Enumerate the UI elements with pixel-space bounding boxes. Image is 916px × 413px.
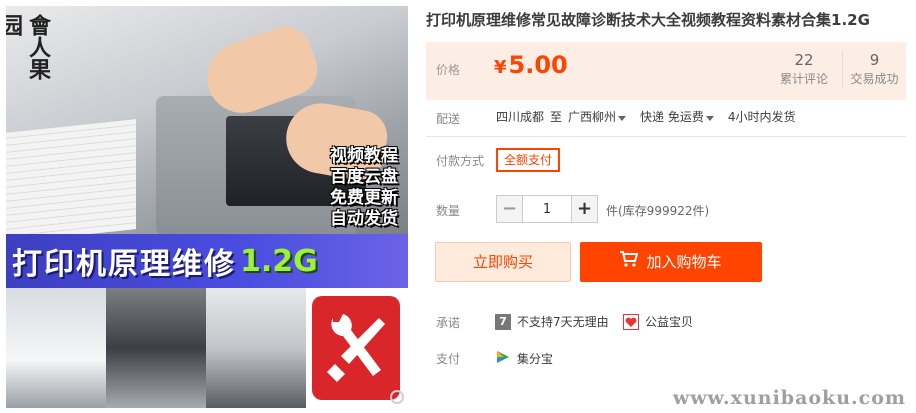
payment-method-label: 付款方式 [436,154,485,168]
promo-line: 百度云盘 [330,167,398,187]
promo-line: 免费更新 [330,188,398,208]
price-value: ¥5.00 [494,51,568,79]
currency-symbol: ¥ [494,57,507,78]
promise-item[interactable]: 7 不支持7天无理由 [495,313,609,330]
add-to-cart-button[interactable]: 加入购物车 [580,242,762,282]
promo-line: 视频教程 [330,146,398,166]
price-label: 价格 [436,63,461,77]
shipping-method-select[interactable]: 快递 免运费 [640,108,722,125]
pay-service-text: 集分宝 [517,352,554,366]
sales-stat: 9 交易成功 [842,50,906,88]
product-image[interactable]: 會人果园 视频教程 百度云盘 免费更新 自动发货 打印机原理维修 1.2G [6,6,408,408]
buy-now-button[interactable]: 立即购买 [435,242,571,282]
cart-icon [620,242,639,282]
wrench-screwdriver-icon [312,296,400,400]
shipping-from: 四川成都 [496,110,545,124]
sales-count: 9 [869,51,880,69]
charity-heart-icon [623,313,639,330]
shop-logo: 會人果园 [6,14,51,80]
image-banner: 打印机原理维修 1.2G [6,234,408,288]
increase-button[interactable]: + [571,196,597,222]
copier-photo [6,288,106,408]
reviews-count: 22 [794,51,814,69]
chevron-down-icon [618,116,627,121]
promise-text: 公益宝贝 [645,315,694,329]
product-title: 打印机原理维修常见故障诊断技术大全视频教程资料素材合集1.2G [426,11,870,29]
zoom-icon[interactable] [390,390,404,404]
shipping-row: 四川成都 至 广西柳州 快递 免运费 4小时内发货 [496,108,796,125]
shipping-label: 配送 [436,112,461,126]
destination-select[interactable]: 广西柳州 [568,108,634,125]
pay-service-label: 支付 [436,352,461,366]
promise-label: 承诺 [436,316,461,330]
image-thumb-strip [6,288,408,408]
banner-title: 打印机原理维修 [12,247,236,282]
quantity-label: 数量 [436,204,461,218]
dispatch-time: 4小时内发货 [727,110,796,124]
promise-text: 不支持7天无理由 [517,315,609,329]
promo-line: 自动发货 [330,209,398,229]
paper-stack-graphic [6,119,136,243]
decrease-button[interactable]: − [497,196,523,222]
sales-label: 交易成功 [850,72,899,86]
quantity-stepper: − + [496,195,598,223]
reviews-label: 累计评论 [779,72,828,86]
tools-photo [306,288,408,408]
printer-internals-photo [106,288,206,408]
destination-value: 广西柳州 [568,110,617,124]
quantity-input[interactable] [523,196,571,222]
printer-open-photo [206,288,306,408]
jifenbao-icon [495,349,511,368]
chevron-down-icon [705,116,714,121]
promise-item[interactable]: 公益宝贝 [623,313,693,330]
banner-size: 1.2G [240,243,318,279]
promo-text-block: 视频教程 百度云盘 免费更新 自动发货 [330,146,398,230]
divider [426,136,906,137]
price-panel: 价格 ¥5.00 22 累计评论 9 交易成功 [426,42,906,100]
shipping-method-value: 快递 免运费 [640,110,704,124]
shipping-to-word: 至 [550,110,563,124]
printer-photo: 會人果园 视频教程 百度云盘 免费更新 自动发货 [6,6,408,243]
reviews-stat[interactable]: 22 累计评论 [774,50,834,88]
watermark: www.xunibaoku.com [672,387,906,409]
add-to-cart-label: 加入购物车 [646,253,722,271]
price-amount: 5.00 [508,51,568,79]
pay-service-item[interactable]: 集分宝 [495,349,553,368]
stock-text: 件(库存999922件) [606,204,710,218]
seven-day-icon: 7 [495,313,511,330]
full-payment-option[interactable]: 全额支付 [496,148,561,172]
